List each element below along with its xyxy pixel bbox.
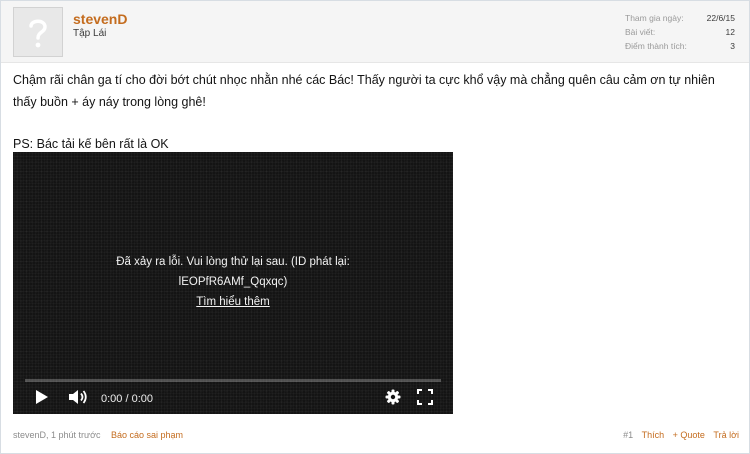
video-progress-bar[interactable] — [25, 379, 441, 382]
video-player[interactable]: Đã xảy ra lỗi. Vui lòng thử lại sau. (ID… — [13, 152, 453, 414]
user-title: Tập Lái — [73, 28, 107, 39]
user-stats: Tham gia ngày: 22/6/15 Bài viết: 12 Điểm… — [625, 11, 735, 53]
username[interactable]: stevenD — [73, 11, 127, 27]
fullscreen-icon[interactable] — [417, 389, 433, 410]
video-error-message: Đã xảy ra lỗi. Vui lòng thử lại sau. (ID… — [13, 252, 453, 312]
play-icon[interactable] — [35, 389, 49, 410]
stat-label: Tham gia ngày: — [625, 13, 684, 23]
video-controls: 0:00 / 0:00 — [13, 386, 453, 412]
stat-posts: Bài viết: 12 — [625, 25, 735, 39]
post-header: stevenD Tập Lái Tham gia ngày: 22/6/15 B… — [1, 1, 749, 63]
post-actions: #1 Thích + Quote Trả lời — [617, 430, 739, 440]
stat-join-date: Tham gia ngày: 22/6/15 — [625, 11, 735, 25]
report-link[interactable]: Báo cáo sai phạm — [111, 430, 183, 440]
video-error-line1: Đã xảy ra lỗi. Vui lòng thử lại sau. (ID… — [116, 256, 350, 268]
post-footer: stevenD, 1 phút trước Báo cáo sai phạm #… — [13, 430, 739, 444]
stat-label: Bài viết: — [625, 27, 656, 37]
stat-value: 22/6/15 — [706, 13, 735, 23]
video-error-line2: lEOPfR6AMf_Qqxqc) — [178, 276, 288, 288]
stat-label: Điểm thành tích: — [625, 41, 687, 51]
post-meta: stevenD, 1 phút trước Báo cáo sai phạm — [13, 430, 183, 440]
post-message: Chậm rãi chân ga tí cho đời bớt chút nhọ… — [13, 69, 739, 155]
forum-post: stevenD Tập Lái Tham gia ngày: 22/6/15 B… — [0, 0, 750, 454]
reply-button[interactable]: Trả lời — [713, 430, 739, 440]
volume-icon[interactable] — [68, 389, 88, 410]
quote-button[interactable]: + Quote — [673, 430, 705, 440]
like-button[interactable]: Thích — [642, 430, 665, 440]
message-text: Chậm rãi chân ga tí cho đời bớt chút nhọ… — [13, 73, 715, 109]
stat-value: 12 — [725, 27, 735, 37]
gear-icon[interactable] — [385, 389, 401, 410]
post-number[interactable]: #1 — [623, 430, 633, 440]
stat-points: Điểm thành tích: 3 — [625, 39, 735, 53]
learn-more-link[interactable]: Tìm hiểu thêm — [13, 292, 453, 312]
stat-value: 3 — [730, 41, 735, 51]
post-author-time[interactable]: stevenD, 1 phút trước — [13, 430, 100, 440]
video-time: 0:00 / 0:00 — [101, 393, 153, 405]
avatar[interactable] — [13, 7, 63, 57]
question-mark-icon — [29, 19, 47, 48]
